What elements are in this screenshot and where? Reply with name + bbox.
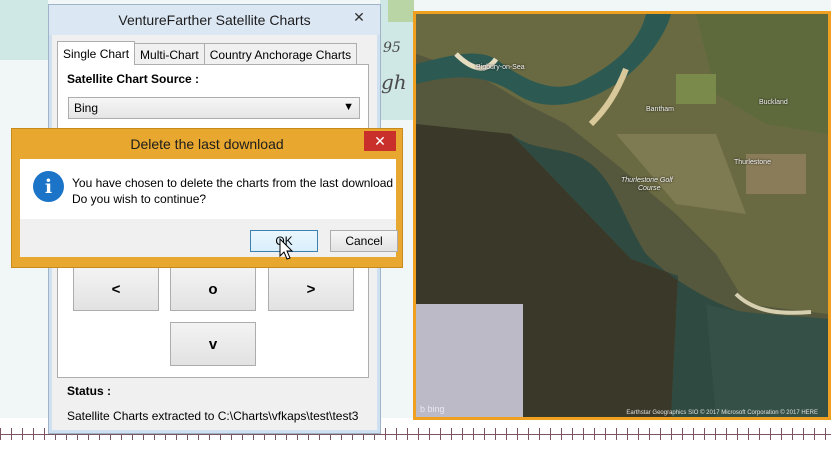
mouse-cursor-icon: [279, 238, 293, 260]
tab-strip: Single Chart Multi-Chart Country Anchora…: [57, 41, 358, 65]
window-close-button[interactable]: ✕: [346, 8, 372, 26]
imagery-copyright: Earthstar Geographics SIO © 2017 Microso…: [626, 410, 818, 416]
pan-left-button[interactable]: <: [73, 267, 159, 311]
satellite-preview[interactable]: Bigbury-on-Sea Bantham Buckland Thurlest…: [413, 11, 831, 420]
place-label-golf-course-2: Course: [638, 185, 661, 192]
delete-download-dialog: Delete the last download ✕ i You have ch…: [11, 128, 403, 268]
pan-right-button[interactable]: >: [268, 267, 354, 311]
place-label-buckland: Buckland: [759, 99, 788, 106]
chart-scale-line: [0, 434, 831, 435]
dialog-title[interactable]: Delete the last download: [12, 129, 402, 159]
pan-down-button[interactable]: v: [170, 322, 256, 366]
status-text: Satellite Charts extracted to C:\Charts\…: [67, 409, 359, 423]
chart-depth-mark: 95: [383, 40, 401, 56]
chart-source-value: Bing: [74, 101, 99, 115]
chart-text-mark: gh: [381, 70, 407, 94]
chart-source-select[interactable]: Bing ▼: [68, 97, 360, 119]
tab-country-anchorage-charts[interactable]: Country Anchorage Charts: [203, 43, 358, 65]
center-button[interactable]: o: [170, 267, 256, 311]
place-label-bigbury: Bigbury-on-Sea: [476, 64, 525, 71]
place-label-bantham: Bantham: [646, 106, 675, 113]
window-titlebar[interactable]: VentureFarther Satellite Charts ✕: [49, 5, 380, 35]
tab-multi-chart[interactable]: Multi-Chart: [134, 43, 205, 65]
place-label-thurlestone: Thurlestone: [734, 159, 771, 166]
status-label: Status :: [67, 384, 112, 398]
place-label-golf-course: Thurlestone Golf: [621, 177, 673, 184]
unloaded-tile: [416, 304, 523, 417]
dialog-message-area: i You have chosen to delete the charts f…: [20, 159, 396, 219]
bing-logo: b bing: [420, 404, 445, 414]
window-title: VentureFarther Satellite Charts: [118, 12, 311, 28]
info-icon: i: [33, 171, 64, 202]
dialog-message-line2: Do you wish to continue?: [72, 192, 207, 206]
source-label: Satellite Chart Source :: [67, 72, 200, 86]
dialog-message-line1: You have chosen to delete the charts fro…: [72, 176, 394, 190]
chart-shoal-area: [0, 0, 48, 60]
dialog-close-button[interactable]: ✕: [364, 131, 396, 151]
chevron-down-icon: ▼: [343, 101, 354, 113]
cancel-button[interactable]: Cancel: [330, 230, 398, 252]
tab-single-chart[interactable]: Single Chart: [57, 41, 136, 65]
chart-land-area: [388, 0, 414, 22]
dialog-body: i You have chosen to delete the charts f…: [20, 159, 398, 257]
